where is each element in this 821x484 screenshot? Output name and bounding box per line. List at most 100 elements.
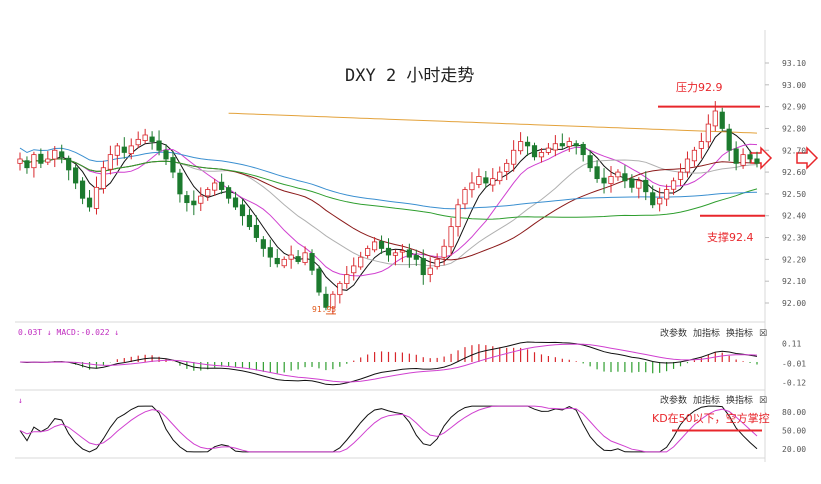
candle (288, 245, 294, 269)
candle (705, 114, 711, 148)
candle (38, 148, 44, 169)
candle (434, 253, 440, 270)
macd-readout: 0.03T ↓ MACD:-0.022 ↓ (18, 328, 119, 337)
price-tick-label: 92.10 (782, 277, 806, 286)
candle (219, 173, 225, 195)
kd-note-label: KD在50以下，空方掌控 (652, 411, 770, 425)
candle (719, 107, 725, 132)
candle (497, 166, 503, 185)
candle (351, 257, 357, 281)
close-panel-button[interactable]: ☒ (759, 396, 767, 406)
candle (191, 190, 197, 216)
candle (552, 135, 558, 157)
switch-indicator-button[interactable]: 换指标 (726, 394, 753, 406)
candle (17, 152, 23, 171)
price-tick-label: 92.50 (782, 190, 806, 199)
candle (476, 168, 482, 189)
ma5-line (19, 130, 758, 291)
support-label: 支撑92.4 (707, 230, 754, 244)
chart-frame (15, 30, 766, 462)
kd-k-line (19, 405, 758, 453)
candle (316, 265, 322, 296)
indicator-controls: 改参数 加指标 换指标 ☒改参数 加指标 换指标 ☒ (660, 327, 767, 406)
candle (225, 185, 232, 204)
change-params-button[interactable]: 改参数 (660, 327, 687, 339)
candle (684, 151, 691, 178)
price-tick-label: 93.00 (782, 81, 806, 90)
candle (260, 236, 266, 257)
candle (490, 168, 496, 192)
candle (559, 133, 565, 150)
price-tick-label: 92.20 (782, 255, 806, 264)
candle (239, 198, 246, 226)
candle (93, 176, 100, 215)
candle (698, 132, 704, 159)
add-indicator-button[interactable]: 加指标 (693, 394, 720, 406)
candle (135, 131, 141, 149)
candle (184, 190, 190, 212)
candle (365, 245, 371, 259)
price-tick-label: 92.30 (782, 234, 806, 243)
low-price-label: 91.95 (312, 305, 336, 314)
candle (483, 170, 489, 188)
candle (59, 144, 65, 164)
candle (587, 150, 593, 172)
close-panel-button[interactable]: ☒ (759, 329, 767, 339)
candle (205, 187, 211, 201)
candle (121, 137, 127, 159)
candle (212, 178, 218, 196)
chart-title: DXY 2 小时走势 (345, 66, 474, 86)
kd-tick-label: 80.00 (782, 408, 806, 417)
price-tick-label: 92.90 (782, 103, 806, 112)
candle (455, 198, 461, 237)
candle (114, 143, 120, 166)
candle (337, 281, 343, 304)
macd-tick-label: 0.11 (782, 339, 801, 348)
candle (246, 209, 253, 230)
change-params-button[interactable]: 改参数 (660, 394, 687, 406)
candle (462, 186, 468, 210)
macd-dea-line (19, 343, 758, 383)
candle (24, 156, 30, 174)
switch-indicator-button[interactable]: 换指标 (726, 327, 753, 339)
candle (650, 185, 656, 209)
candle (358, 251, 364, 270)
price-tick-label: 92.80 (782, 124, 806, 133)
candle (66, 155, 72, 181)
dxy-chart: 93.10 93.00 92.90 92.80 92.70 92.60 92.50 92.40… (15, 30, 819, 462)
add-indicator-button[interactable]: 加指标 (693, 327, 720, 339)
candle (344, 266, 350, 289)
candle (594, 160, 600, 183)
candle (608, 166, 614, 193)
candle (177, 168, 183, 203)
ma120-line (19, 147, 758, 210)
macd-tick-label: -0.12 (782, 378, 806, 387)
candle (643, 171, 649, 201)
price-tick-label: 92.40 (782, 212, 806, 221)
candle (504, 159, 510, 181)
candle (615, 169, 621, 181)
candle (677, 163, 684, 187)
macd-panel: 0.11 -0.01 -0.12 (19, 339, 806, 387)
ma250-line (228, 112, 758, 134)
candle (712, 101, 718, 132)
candle (524, 136, 531, 156)
candle (281, 256, 287, 269)
candle (142, 128, 148, 144)
candle (664, 184, 670, 207)
candle (274, 248, 280, 268)
resistance-label: 压力92.9 (676, 81, 723, 94)
candle (691, 146, 698, 167)
candle (31, 151, 37, 178)
candle (580, 141, 586, 162)
price-tick-label: 92.00 (782, 299, 806, 308)
candle (733, 141, 739, 171)
candle (511, 140, 517, 172)
candle (531, 142, 538, 161)
candle (100, 160, 107, 194)
kd-readout: ↓ (18, 396, 23, 405)
candle (79, 177, 86, 205)
candle (86, 190, 93, 212)
price-tick-label: 92.70 (782, 146, 806, 155)
price-tick-label: 93.10 (782, 59, 806, 68)
